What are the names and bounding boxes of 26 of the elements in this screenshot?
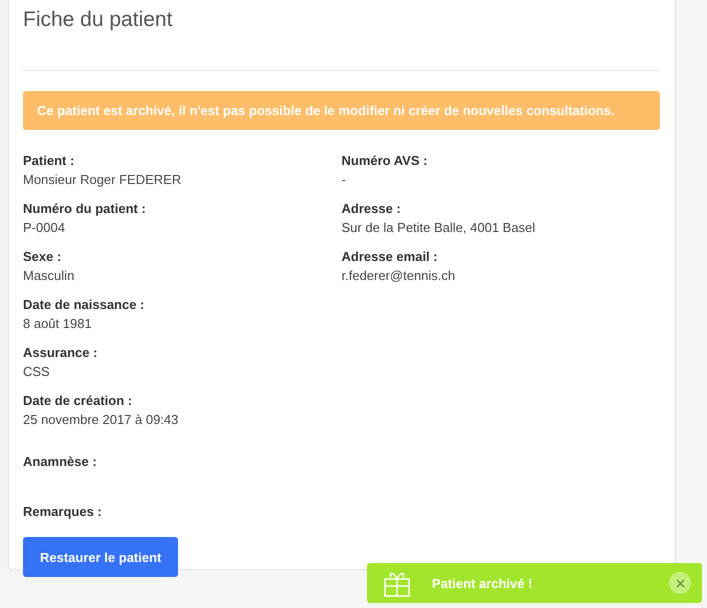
close-button[interactable] — [669, 572, 691, 594]
field-label: Assurance : — [23, 344, 98, 362]
field-value: - — [342, 171, 346, 189]
field-label: Remarques : — [23, 503, 102, 521]
field-label: Numéro du patient : — [23, 200, 146, 218]
field-label: Date de naissance : — [23, 296, 144, 314]
field-label: Adresse : — [342, 200, 401, 218]
field-label: Date de création : — [23, 392, 132, 410]
field-value: CSS — [23, 363, 50, 381]
restore-button[interactable]: Restaurer le patient — [23, 537, 178, 577]
field-value: Monsieur Roger FEDERER — [23, 171, 182, 189]
field-label: Numéro AVS : — [342, 152, 428, 170]
field-label: Anamnèse : — [23, 453, 97, 471]
field-value: r.federer@tennis.ch — [342, 267, 456, 285]
close-icon — [676, 578, 684, 588]
field-value: 8 août 1981 — [23, 315, 92, 333]
field-value: Masculin — [23, 267, 74, 285]
field-value: P-0004 — [23, 219, 65, 237]
field-label: Adresse email : — [342, 248, 438, 266]
page-title: Fiche du patient — [23, 7, 174, 33]
toast-message: Patient archivé ! — [432, 576, 534, 590]
field-value: Sur de la Petite Balle, 4001 Basel — [342, 219, 536, 237]
field-label: Sexe : — [23, 248, 62, 266]
field-value: 25 novembre 2017 à 09:43 — [23, 411, 178, 429]
field-label: Patient : — [23, 152, 74, 170]
archived-alert: Ce patient est archivé, il n'est pas possible de le modifier ni créer de nouvelles consultations. — [23, 91, 660, 130]
